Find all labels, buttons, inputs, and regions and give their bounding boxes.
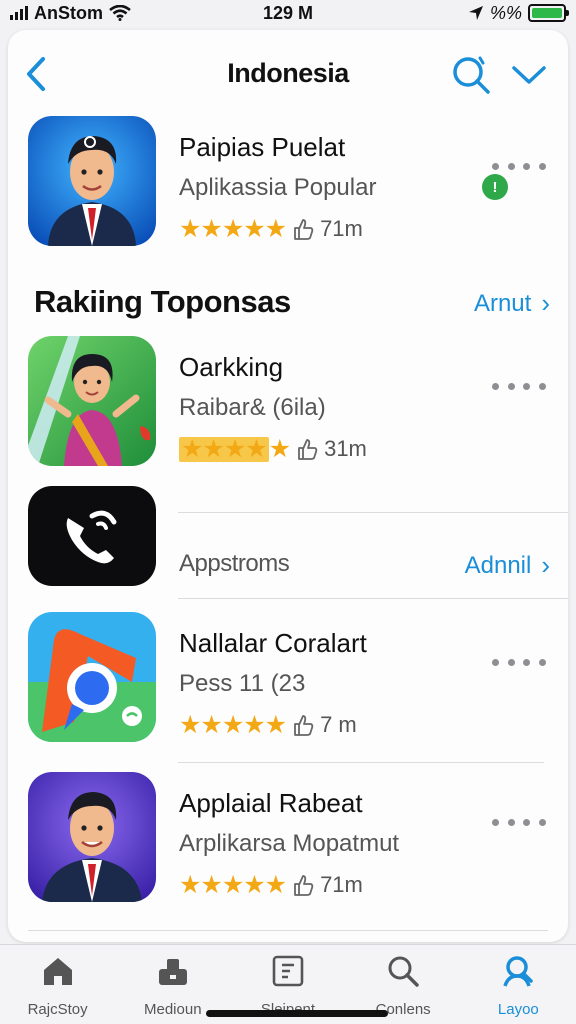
thumbs-up-icon (294, 715, 314, 736)
thumbs-up-icon (294, 219, 314, 240)
see-all-label: Adnnil (464, 551, 532, 579)
status-time: 129 M (262, 2, 314, 23)
app-name: Applaial Rabeat (179, 788, 363, 818)
star-rating: ★★★★★ (179, 870, 287, 899)
star-rating: ★★★★ (179, 434, 269, 463)
section-header: Rakiing Toponsas Arnut › (8, 280, 568, 330)
star-rating: ★★★★★ (179, 710, 287, 739)
app-icon-businessman (28, 116, 156, 246)
home-indicator[interactable] (206, 1010, 388, 1017)
star-rating: ★★★★★ (179, 214, 287, 243)
app-rating: ★★★★★ 7 m (179, 712, 357, 738)
tab-search[interactable]: Conlens (348, 945, 458, 1018)
info-icon[interactable]: ! (482, 174, 508, 200)
download-count: 31m (324, 436, 367, 461)
see-all-link[interactable]: Adnnil › (465, 550, 550, 581)
download-count: 7 m (320, 712, 357, 737)
more-options-button[interactable] (492, 812, 546, 832)
app-icon-map (28, 612, 156, 742)
app-name: Paipias Puelat (179, 132, 346, 162)
more-options-button[interactable] (492, 156, 546, 176)
more-options-button[interactable] (492, 652, 546, 672)
divider (28, 930, 548, 931)
tab-home[interactable]: RajcStoy (3, 945, 113, 1018)
ranking-app-row[interactable]: Applaial Rabeat Arplikarsa Mopatmut ★★★★… (8, 772, 568, 912)
app-rating: ★★★★★ 71m (179, 216, 363, 242)
divider (178, 762, 544, 763)
person-icon (503, 956, 534, 987)
app-name: Oarkking (179, 352, 284, 382)
search-icon (453, 56, 490, 94)
app-name: Nallalar Coralart (179, 628, 367, 658)
status-bar: AnStom 129 M %% (0, 0, 576, 26)
more-options-button[interactable] (492, 376, 546, 396)
divider (178, 512, 568, 513)
section-title: Rakiing Toponsas (34, 284, 291, 319)
ranking-app-row[interactable]: Oarkking Raibar& (6ila) ★★★★ ★ 31m (8, 336, 568, 476)
subsection-title: Appstroms (179, 550, 290, 577)
search-button[interactable] (450, 54, 492, 96)
app-subtitle: Arplikarsa Mopatmut (179, 830, 400, 857)
navigation-bar: Indonesia (8, 30, 568, 116)
app-subtitle: Raibar& (6ila) (179, 394, 326, 421)
tab-apps[interactable]: Medioun (118, 945, 228, 1018)
app-store-panel: Indonesia Paipias Puelat Aplikassia Popu… (8, 30, 568, 942)
chevron-right-icon: › (541, 550, 550, 580)
search-icon (388, 956, 419, 987)
app-rating: ★★★★★ 71m (179, 872, 363, 898)
battery-icon (528, 4, 569, 22)
thumbs-up-icon (298, 439, 318, 460)
apps-icon (158, 959, 187, 985)
download-count: 71m (320, 216, 363, 241)
thumbs-up-icon (294, 875, 314, 896)
app-rating: ★★★★ ★ 31m (179, 434, 367, 463)
see-all-link[interactable]: Arnut › (474, 288, 550, 319)
app-icon-businessman-purple (28, 772, 156, 902)
tab-profile[interactable]: Layoo (463, 945, 573, 1018)
home-icon (43, 958, 72, 985)
tab-label: RajcStoy (27, 1001, 88, 1018)
app-subtitle: Aplikassia Popular (179, 174, 377, 201)
app-subtitle: Pess 11 (23 (179, 670, 306, 697)
see-all-label: Arnut (473, 289, 532, 317)
ranking-app-row[interactable]: Nallalar Coralart Pess 11 (23 ★★★★★ 7 m (8, 612, 568, 752)
tab-label: Medioun (144, 1001, 202, 1018)
chevron-down-icon (512, 66, 546, 84)
subsection-header: Appstroms Adnnil › (8, 542, 568, 592)
tab-label: Layoo (497, 1001, 539, 1018)
app-icon-dancer (28, 336, 156, 466)
divider (178, 598, 568, 599)
dropdown-button[interactable] (510, 60, 548, 90)
document-icon (272, 955, 304, 987)
download-count: 71m (320, 872, 363, 897)
chevron-right-icon: › (541, 288, 550, 318)
tab-document[interactable]: Sleipent (233, 945, 343, 1018)
